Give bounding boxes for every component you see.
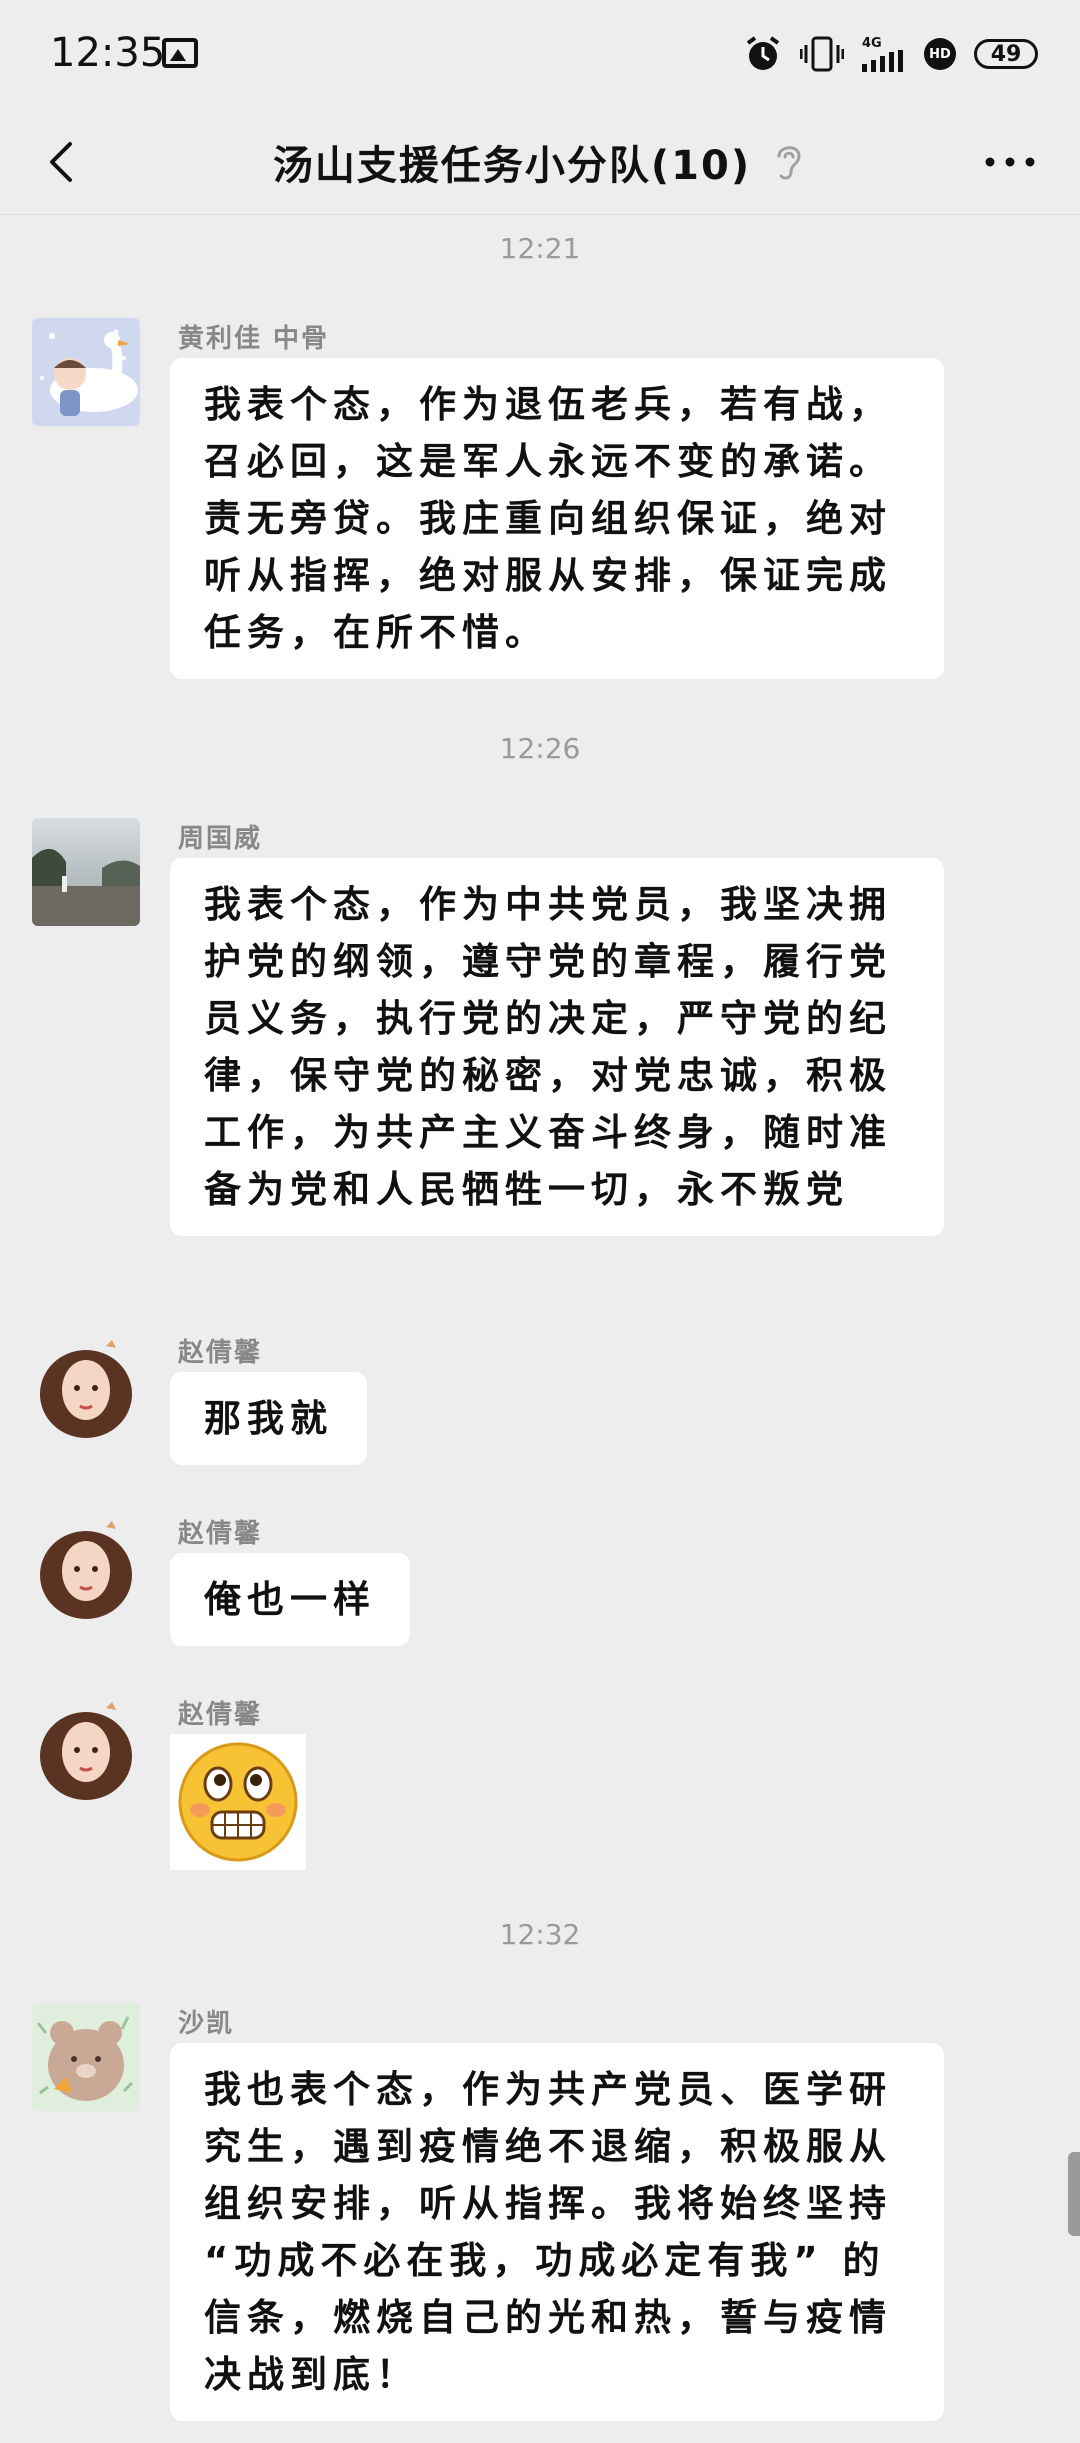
- message-bubble[interactable]: 我表个态，作为退伍老兵，若有战，召必回，这是军人永远不变的承诺。责无旁贷。我庄重…: [170, 358, 944, 679]
- message-timestamp: 12:32: [499, 1918, 581, 1951]
- status-bar: 12:35 4G HD 49: [0, 0, 1080, 110]
- status-icons: 4G HD 49: [744, 32, 1038, 76]
- girl-avatar-image: [32, 1694, 140, 1802]
- sender-name: 赵倩馨: [178, 1700, 263, 1730]
- avatar[interactable]: [32, 1694, 140, 1802]
- avatar[interactable]: [32, 818, 140, 926]
- sender-name: 黄利佳 中骨: [178, 324, 330, 354]
- girl-avatar-image: [32, 1332, 140, 1440]
- chat-title: 汤山支援任务小分队(10): [272, 143, 752, 189]
- message-timestamp: 12:26: [499, 732, 581, 765]
- sender-name: 赵倩馨: [178, 1519, 263, 1549]
- more-options-icon[interactable]: [980, 138, 1040, 186]
- avatar[interactable]: [32, 2003, 140, 2111]
- signal-bars-icon: [862, 49, 903, 72]
- hd-voice-icon: HD: [924, 38, 956, 70]
- chat-header: 汤山支援任务小分队(10): [0, 110, 1080, 215]
- sticker-message[interactable]: [170, 1734, 306, 1870]
- goose-avatar-image: [32, 318, 140, 426]
- chat-title-container: 汤山支援任务小分队(10): [0, 110, 1080, 214]
- avatar[interactable]: [32, 1513, 140, 1621]
- sender-name: 周国威: [178, 824, 263, 854]
- girl-avatar-image: [32, 1513, 140, 1621]
- signal-indicator: 4G: [862, 37, 906, 72]
- message-bubble[interactable]: 我也表个态，作为共产党员、医学研究生，遇到疫情绝不退缩，积极服从组织安排，听从指…: [170, 2043, 944, 2421]
- landscape-avatar-image: [32, 818, 140, 926]
- network-type: 4G: [862, 35, 882, 51]
- status-time: 12:35: [50, 30, 166, 76]
- alarm-icon: [746, 36, 780, 70]
- battery-indicator: 49: [974, 39, 1038, 69]
- message-bubble[interactable]: 俺也一样: [170, 1553, 410, 1646]
- grinning-emoji-sticker-icon: [178, 1742, 298, 1862]
- avatar[interactable]: [32, 318, 140, 426]
- sender-name: 赵倩馨: [178, 1338, 263, 1368]
- message-timestamp: 12:21: [499, 232, 581, 265]
- scrollbar[interactable]: [1068, 2152, 1080, 2236]
- vibrate-icon: [800, 36, 844, 72]
- bear-avatar-image: [32, 2003, 140, 2111]
- back-arrow-icon[interactable]: [36, 134, 92, 190]
- ear-icon[interactable]: [771, 140, 807, 184]
- image-notification-icon: [162, 38, 198, 68]
- message-bubble[interactable]: 我表个态，作为中共党员，我坚决拥护党的纲领，遵守党的章程，履行党员义务，执行党的…: [170, 858, 944, 1236]
- message-bubble[interactable]: 那我就: [170, 1372, 367, 1465]
- avatar[interactable]: [32, 1332, 140, 1440]
- sender-name: 沙凯: [178, 2009, 235, 2039]
